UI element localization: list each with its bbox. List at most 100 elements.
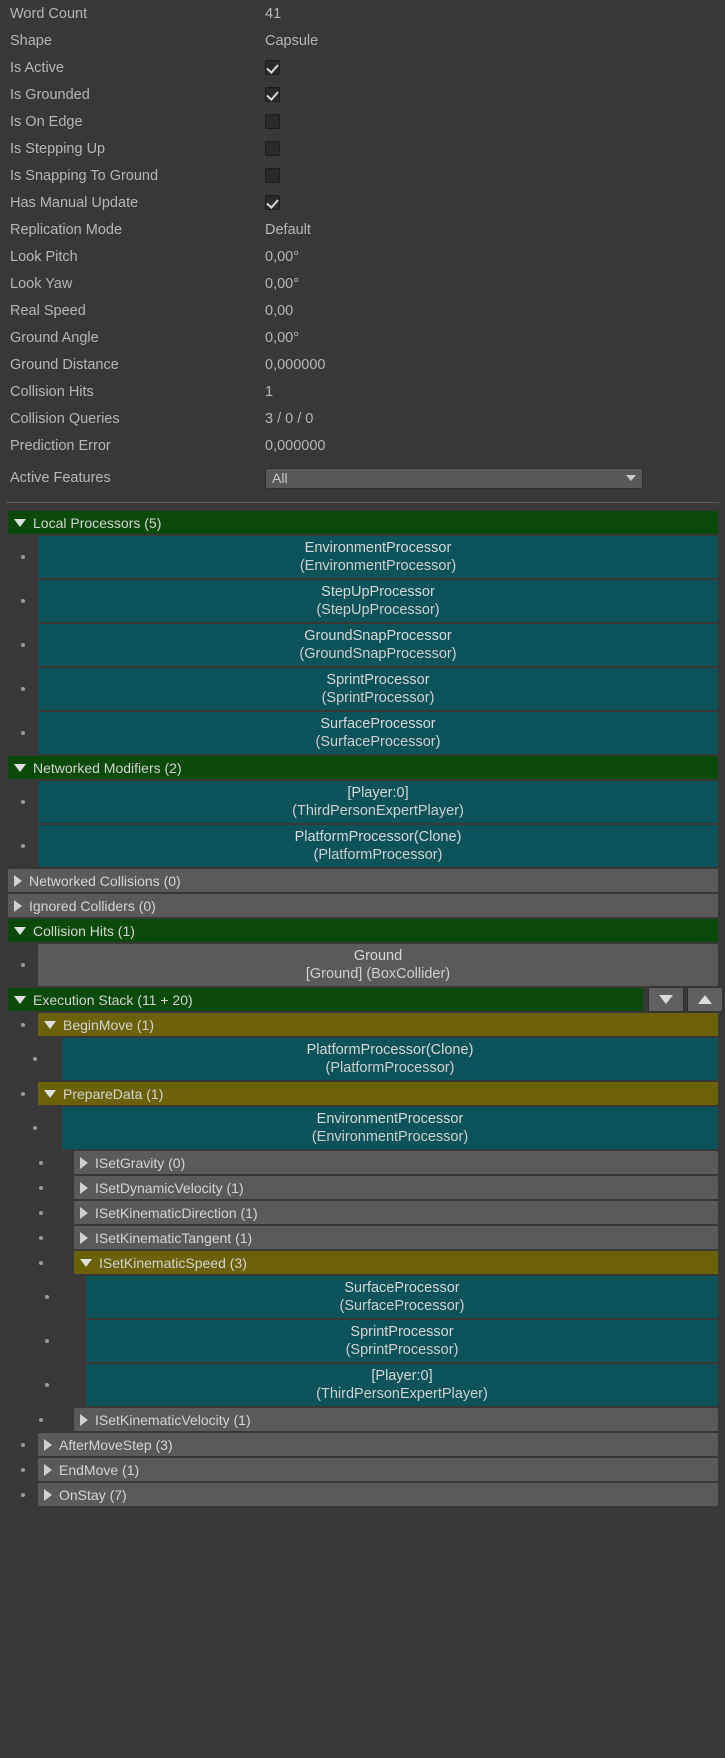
list-item[interactable]: Ground [Ground] (BoxCollider) (8, 944, 718, 986)
list-item[interactable]: EnvironmentProcessor (EnvironmentProcesso… (8, 1107, 718, 1149)
property-checkbox[interactable] (265, 141, 280, 156)
execution-node-row: ISetKinematicVelocity (1) (8, 1408, 718, 1431)
execution-node-header[interactable]: ISetKinematicVelocity (1) (74, 1408, 718, 1431)
property-checkbox[interactable] (265, 60, 280, 75)
list-item[interactable]: StepUpProcessor (StepUpProcessor) (8, 580, 718, 622)
active-features-value: All (272, 470, 288, 486)
execution-node-header[interactable]: ISetDynamicVelocity (1) (74, 1176, 718, 1199)
execution-node-title: ISetKinematicDirection (1) (95, 1204, 258, 1221)
property-row: Shape Capsule (0, 27, 725, 54)
list-item[interactable]: SurfaceProcessor (SurfaceProcessor) (8, 712, 718, 754)
item-card[interactable]: EnvironmentProcessor (EnvironmentProcesso… (38, 536, 718, 578)
execution-node-header[interactable]: ISetKinematicDirection (1) (74, 1201, 718, 1224)
property-row: Prediction Error 0,000000 (0, 432, 725, 459)
execution-node-row: PrepareData (1) (8, 1082, 718, 1105)
property-checkbox[interactable] (265, 195, 280, 210)
chevron-down-icon (626, 475, 636, 481)
item-card[interactable]: GroundSnapProcessor (GroundSnapProcessor) (38, 624, 718, 666)
property-checkbox[interactable] (265, 168, 280, 183)
active-features-dropdown[interactable]: All (265, 467, 643, 489)
property-list: Word Count 41 Shape Capsule Is Active Is Grou… (0, 0, 725, 463)
scroll-down-button[interactable] (648, 987, 684, 1012)
item-type: (PlatformProcessor) (325, 1060, 455, 1076)
property-label: Collision Queries (10, 410, 120, 427)
execution-node-header[interactable]: EndMove (1) (38, 1458, 718, 1481)
bullet-icon (8, 731, 38, 735)
item-card[interactable]: PlatformProcessor(Clone) (PlatformProcess… (38, 825, 718, 867)
list-item[interactable]: [Player:0] (ThirdPersonExpertPlayer) (8, 781, 718, 823)
execution-node-header[interactable]: OnStay (7) (38, 1483, 718, 1506)
item-card[interactable]: SprintProcessor (SprintProcessor) (38, 668, 718, 710)
list-item[interactable]: SprintProcessor (SprintProcessor) (8, 668, 718, 710)
item-name: [Player:0] (371, 1368, 433, 1384)
scroll-up-button[interactable] (687, 987, 723, 1012)
item-name: EnvironmentProcessor (316, 1111, 464, 1127)
item-name: SurfaceProcessor (344, 1280, 460, 1296)
property-value: 0,00 (265, 302, 294, 319)
list-item[interactable]: SurfaceProcessor (SurfaceProcessor) (8, 1276, 718, 1318)
section-header-networked-collisions[interactable]: Networked Collisions (0) (8, 869, 718, 892)
item-type: (EnvironmentProcessor) (299, 558, 457, 574)
property-label: Ground Distance (10, 356, 119, 373)
section-header-networked-modifiers[interactable]: Networked Modifiers (2) (8, 756, 718, 779)
triangle-down-icon (44, 1089, 56, 1098)
bullet-icon (8, 1235, 74, 1240)
item-name: SurfaceProcessor (320, 716, 436, 732)
bullet-icon (8, 1160, 74, 1165)
execution-node-header[interactable]: AfterMoveStep (3) (38, 1433, 718, 1456)
section-title: Networked Collisions (0) (29, 872, 181, 889)
property-row: Look Pitch 0,00° (0, 243, 725, 270)
execution-node-title: AfterMoveStep (3) (59, 1436, 173, 1453)
property-value: 0,000000 (265, 437, 326, 454)
execution-node-header[interactable]: ISetKinematicTangent (1) (74, 1226, 718, 1249)
bullet-icon (8, 643, 38, 647)
item-card[interactable]: EnvironmentProcessor (EnvironmentProcesso… (62, 1107, 718, 1149)
item-card[interactable]: SprintProcessor (SprintProcessor) (86, 1320, 718, 1362)
property-label: Collision Hits (10, 383, 94, 400)
section-header-execution-stack[interactable]: Execution Stack (11 + 20) (8, 987, 723, 1012)
item-name: GroundSnapProcessor (304, 628, 452, 644)
property-row: Replication Mode Default (0, 216, 725, 243)
item-card[interactable]: SurfaceProcessor (SurfaceProcessor) (38, 712, 718, 754)
section-header-ignored-colliders[interactable]: Ignored Colliders (0) (8, 894, 718, 917)
list-item[interactable]: EnvironmentProcessor (EnvironmentProcesso… (8, 536, 718, 578)
property-label: Is On Edge (10, 113, 83, 130)
triangle-down-icon (44, 1020, 56, 1029)
property-value: 0,00° (265, 329, 300, 346)
list-item[interactable]: GroundSnapProcessor (GroundSnapProcessor) (8, 624, 718, 666)
item-name: StepUpProcessor (321, 584, 435, 600)
execution-node-header[interactable]: ISetKinematicSpeed (3) (74, 1251, 718, 1274)
bullet-icon (8, 1339, 86, 1343)
list-item[interactable]: PlatformProcessor(Clone) (PlatformProcess… (8, 825, 718, 867)
list-item[interactable]: [Player:0] (ThirdPersonExpertPlayer) (8, 1364, 718, 1406)
section-title: Networked Modifiers (2) (33, 759, 182, 776)
property-label: Prediction Error (10, 437, 111, 454)
list-item[interactable]: SprintProcessor (SprintProcessor) (8, 1320, 718, 1362)
triangle-right-icon (44, 1488, 52, 1501)
section-title: Local Processors (5) (33, 514, 162, 531)
item-card[interactable]: Ground [Ground] (BoxCollider) (38, 944, 718, 986)
property-row: Has Manual Update (0, 189, 725, 216)
triangle-right-icon (44, 1463, 52, 1476)
item-card[interactable]: PlatformProcessor(Clone) (PlatformProcess… (62, 1038, 718, 1080)
execution-node-header[interactable]: PrepareData (1) (38, 1082, 718, 1105)
property-checkbox[interactable] (265, 114, 280, 129)
property-value: 3 / 0 / 0 (265, 410, 314, 427)
item-type: (ThirdPersonExpertPlayer) (316, 1386, 488, 1402)
property-label: Look Pitch (10, 248, 78, 265)
triangle-down-icon (14, 763, 26, 772)
item-card[interactable]: [Player:0] (ThirdPersonExpertPlayer) (86, 1364, 718, 1406)
execution-node-header[interactable]: ISetGravity (0) (74, 1151, 718, 1174)
property-row: Collision Queries 3 / 0 / 0 (0, 405, 725, 432)
execution-node-header[interactable]: BeginMove (1) (38, 1013, 718, 1036)
item-card[interactable]: StepUpProcessor (StepUpProcessor) (38, 580, 718, 622)
section-header-collision-hits[interactable]: Collision Hits (1) (8, 919, 718, 942)
list-item[interactable]: PlatformProcessor(Clone) (PlatformProcess… (8, 1038, 718, 1080)
triangle-right-icon (14, 899, 22, 912)
item-card[interactable]: [Player:0] (ThirdPersonExpertPlayer) (38, 781, 718, 823)
item-card[interactable]: SurfaceProcessor (SurfaceProcessor) (86, 1276, 718, 1318)
section-header-local-processors[interactable]: Local Processors (5) (8, 511, 718, 534)
property-checkbox[interactable] (265, 87, 280, 102)
item-name: Ground (353, 948, 403, 964)
item-type: (StepUpProcessor) (316, 602, 440, 618)
